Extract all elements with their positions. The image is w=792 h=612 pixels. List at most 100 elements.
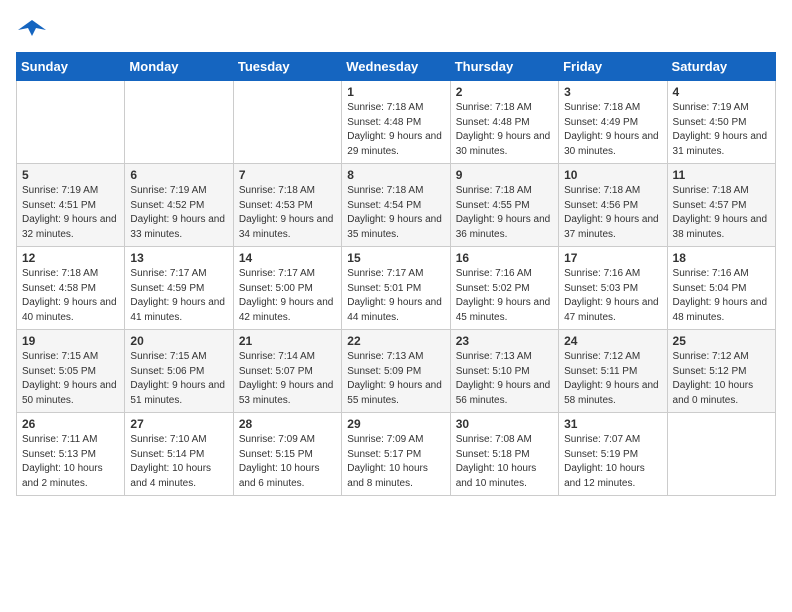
calendar-cell: 28 Sunrise: 7:09 AMSunset: 5:15 PMDayligh…: [233, 413, 341, 496]
day-number: 11: [673, 168, 770, 182]
day-number: 19: [22, 334, 119, 348]
day-number: 9: [456, 168, 553, 182]
calendar-cell: [17, 81, 125, 164]
calendar-week-row: 5 Sunrise: 7:19 AMSunset: 4:51 PMDaylight…: [17, 164, 776, 247]
day-info: Sunrise: 7:16 AMSunset: 5:04 PMDaylight:…: [673, 267, 770, 325]
calendar-cell: 6 Sunrise: 7:19 AMSunset: 4:52 PMDaylight…: [125, 164, 233, 247]
calendar-cell: 11 Sunrise: 7:18 AMSunset: 4:57 PMDayligh…: [667, 164, 775, 247]
day-info: Sunrise: 7:16 AMSunset: 5:03 PMDaylight:…: [564, 267, 661, 325]
weekday-header-tuesday: Tuesday: [233, 53, 341, 81]
calendar-cell: 25 Sunrise: 7:12 AMSunset: 5:12 PMDayligh…: [667, 330, 775, 413]
calendar-cell: 15 Sunrise: 7:17 AMSunset: 5:01 PMDayligh…: [342, 247, 450, 330]
day-number: 2: [456, 85, 553, 99]
day-info: Sunrise: 7:09 AMSunset: 5:17 PMDaylight:…: [347, 433, 444, 491]
day-info: Sunrise: 7:18 AMSunset: 4:58 PMDaylight:…: [22, 267, 119, 325]
day-number: 4: [673, 85, 770, 99]
calendar-cell: 10 Sunrise: 7:18 AMSunset: 4:56 PMDayligh…: [559, 164, 667, 247]
calendar-cell: 14Sunrise: 7:17 AMSunset: 5:00 PMDayligh…: [233, 247, 341, 330]
calendar-week-row: 1 Sunrise: 7:18 AMSunset: 4:48 PMDaylight…: [17, 81, 776, 164]
calendar-cell: 19Sunrise: 7:15 AMSunset: 5:05 PMDayligh…: [17, 330, 125, 413]
day-info: Sunrise: 7:18 AMSunset: 4:55 PMDaylight:…: [456, 184, 553, 242]
day-number: 7: [239, 168, 336, 182]
calendar-week-row: 26 Sunrise: 7:11 AMSunset: 5:13 PMDayligh…: [17, 413, 776, 496]
calendar-cell: 22 Sunrise: 7:13 AMSunset: 5:09 PMDayligh…: [342, 330, 450, 413]
day-info: Sunrise: 7:12 AMSunset: 5:12 PMDaylight:…: [673, 350, 770, 408]
day-number: 17: [564, 251, 661, 265]
weekday-header-saturday: Saturday: [667, 53, 775, 81]
day-number: 31: [564, 417, 661, 431]
day-info: Sunrise: 7:17 AMSunset: 5:01 PMDaylight:…: [347, 267, 444, 325]
calendar-cell: 27 Sunrise: 7:10 AMSunset: 5:14 PMDayligh…: [125, 413, 233, 496]
calendar-table: SundayMondayTuesdayWednesdayThursdayFrid…: [16, 52, 776, 496]
day-info: Sunrise: 7:18 AMSunset: 4:57 PMDaylight:…: [673, 184, 770, 242]
day-number: 28: [239, 417, 336, 431]
calendar-cell: 3 Sunrise: 7:18 AMSunset: 4:49 PMDaylight…: [559, 81, 667, 164]
day-number: 12: [22, 251, 119, 265]
day-number: 15: [347, 251, 444, 265]
day-info: Sunrise: 7:18 AMSunset: 4:53 PMDaylight:…: [239, 184, 336, 242]
calendar-cell: 21 Sunrise: 7:14 AMSunset: 5:07 PMDayligh…: [233, 330, 341, 413]
day-info: Sunrise: 7:18 AMSunset: 4:48 PMDaylight:…: [456, 101, 553, 159]
calendar-cell: 13 Sunrise: 7:17 AMSunset: 4:59 PMDayligh…: [125, 247, 233, 330]
day-number: 27: [130, 417, 227, 431]
weekday-header-monday: Monday: [125, 53, 233, 81]
day-number: 1: [347, 85, 444, 99]
calendar-cell: 18 Sunrise: 7:16 AMSunset: 5:04 PMDayligh…: [667, 247, 775, 330]
calendar-cell: 5 Sunrise: 7:19 AMSunset: 4:51 PMDaylight…: [17, 164, 125, 247]
calendar-cell: 17 Sunrise: 7:16 AMSunset: 5:03 PMDayligh…: [559, 247, 667, 330]
day-info: Sunrise: 7:12 AMSunset: 5:11 PMDaylight:…: [564, 350, 661, 408]
day-info: Sunrise: 7:18 AMSunset: 4:49 PMDaylight:…: [564, 101, 661, 159]
calendar-cell: 20Sunrise: 7:15 AMSunset: 5:06 PMDayligh…: [125, 330, 233, 413]
weekday-header-friday: Friday: [559, 53, 667, 81]
calendar-cell: 16Sunrise: 7:16 AMSunset: 5:02 PMDayligh…: [450, 247, 558, 330]
day-number: 26: [22, 417, 119, 431]
day-info: Sunrise: 7:18 AMSunset: 4:56 PMDaylight:…: [564, 184, 661, 242]
day-number: 16: [456, 251, 553, 265]
day-number: 10: [564, 168, 661, 182]
day-info: Sunrise: 7:11 AMSunset: 5:13 PMDaylight:…: [22, 433, 119, 491]
day-number: 8: [347, 168, 444, 182]
day-number: 30: [456, 417, 553, 431]
calendar-cell: 12 Sunrise: 7:18 AMSunset: 4:58 PMDayligh…: [17, 247, 125, 330]
calendar-cell: 2 Sunrise: 7:18 AMSunset: 4:48 PMDaylight…: [450, 81, 558, 164]
calendar-cell: [667, 413, 775, 496]
day-number: 14: [239, 251, 336, 265]
day-number: 21: [239, 334, 336, 348]
day-info: Sunrise: 7:09 AMSunset: 5:15 PMDaylight:…: [239, 433, 336, 491]
calendar-cell: 31Sunrise: 7:07 AMSunset: 5:19 PMDayligh…: [559, 413, 667, 496]
calendar-header-row: SundayMondayTuesdayWednesdayThursdayFrid…: [17, 53, 776, 81]
calendar-cell: 24 Sunrise: 7:12 AMSunset: 5:11 PMDayligh…: [559, 330, 667, 413]
calendar-week-row: 19Sunrise: 7:15 AMSunset: 5:05 PMDayligh…: [17, 330, 776, 413]
day-number: 25: [673, 334, 770, 348]
logo: [16, 16, 46, 44]
weekday-header-thursday: Thursday: [450, 53, 558, 81]
day-number: 3: [564, 85, 661, 99]
day-info: Sunrise: 7:13 AMSunset: 5:09 PMDaylight:…: [347, 350, 444, 408]
day-number: 13: [130, 251, 227, 265]
day-number: 6: [130, 168, 227, 182]
day-number: 18: [673, 251, 770, 265]
calendar-cell: 23Sunrise: 7:13 AMSunset: 5:10 PMDayligh…: [450, 330, 558, 413]
day-info: Sunrise: 7:14 AMSunset: 5:07 PMDaylight:…: [239, 350, 336, 408]
page-header: [16, 16, 776, 44]
weekday-header-wednesday: Wednesday: [342, 53, 450, 81]
calendar-cell: 4 Sunrise: 7:19 AMSunset: 4:50 PMDaylight…: [667, 81, 775, 164]
day-info: Sunrise: 7:13 AMSunset: 5:10 PMDaylight:…: [456, 350, 553, 408]
day-number: 29: [347, 417, 444, 431]
day-info: Sunrise: 7:19 AMSunset: 4:50 PMDaylight:…: [673, 101, 770, 159]
weekday-header-sunday: Sunday: [17, 53, 125, 81]
day-info: Sunrise: 7:19 AMSunset: 4:52 PMDaylight:…: [130, 184, 227, 242]
day-info: Sunrise: 7:19 AMSunset: 4:51 PMDaylight:…: [22, 184, 119, 242]
calendar-cell: 26 Sunrise: 7:11 AMSunset: 5:13 PMDayligh…: [17, 413, 125, 496]
calendar-cell: [233, 81, 341, 164]
calendar-cell: 29 Sunrise: 7:09 AMSunset: 5:17 PMDayligh…: [342, 413, 450, 496]
day-info: Sunrise: 7:18 AMSunset: 4:54 PMDaylight:…: [347, 184, 444, 242]
day-number: 5: [22, 168, 119, 182]
calendar-cell: 8 Sunrise: 7:18 AMSunset: 4:54 PMDaylight…: [342, 164, 450, 247]
day-number: 24: [564, 334, 661, 348]
day-info: Sunrise: 7:08 AMSunset: 5:18 PMDaylight:…: [456, 433, 553, 491]
calendar-cell: 30 Sunrise: 7:08 AMSunset: 5:18 PMDayligh…: [450, 413, 558, 496]
day-info: Sunrise: 7:10 AMSunset: 5:14 PMDaylight:…: [130, 433, 227, 491]
day-info: Sunrise: 7:17 AMSunset: 4:59 PMDaylight:…: [130, 267, 227, 325]
day-number: 22: [347, 334, 444, 348]
